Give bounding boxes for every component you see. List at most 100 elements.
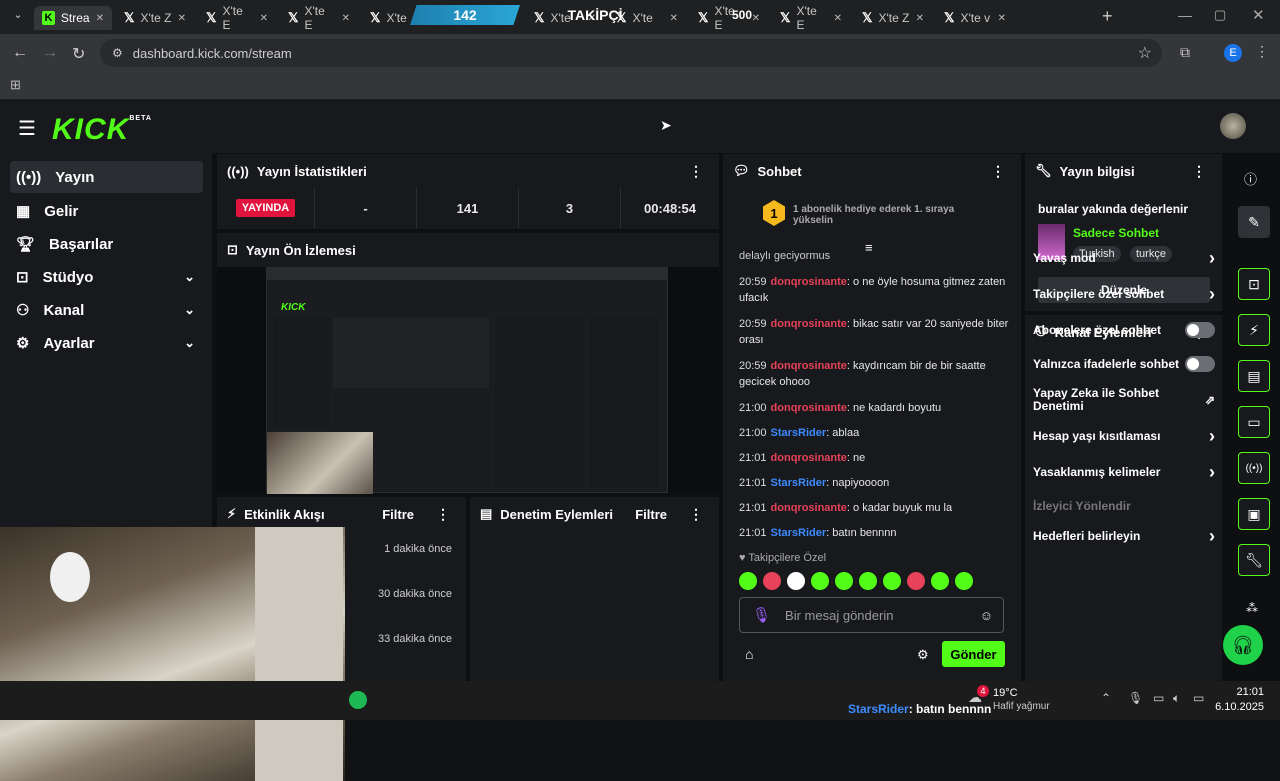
tray-chevron-icon[interactable]: ⌃	[1101, 691, 1111, 705]
chat-input-box[interactable]: 🎙︎ Bir mesaj gönderin ☺	[739, 597, 1004, 633]
browser-tab[interactable]: 𝕏 X'te E ✕	[198, 4, 276, 32]
toggle-switch[interactable]	[1185, 356, 1215, 372]
minimize-button[interactable]: —	[1178, 7, 1192, 23]
channel-action-item[interactable]: Hesap yaşı kısıtlaması ›	[1033, 421, 1215, 451]
toggle-switch[interactable]	[1185, 322, 1215, 338]
video-icon[interactable]: ▣	[1238, 498, 1270, 530]
chat-username[interactable]: donqrosinante	[771, 318, 847, 330]
browser-tab[interactable]: 𝕏 X'te Z ✕	[116, 6, 194, 30]
widgets-icon[interactable]: ⁂	[1246, 601, 1258, 615]
close-window-button[interactable]: ✕	[1252, 6, 1265, 24]
document-icon[interactable]: ▤	[1238, 360, 1270, 392]
emoji-icon[interactable]: ☺	[980, 608, 993, 623]
sidebar-item-yayin[interactable]: ((•)) Yayın	[10, 161, 203, 193]
chat-username[interactable]: StarsRider	[771, 477, 827, 489]
user-avatar[interactable]	[1220, 113, 1246, 139]
emote-icon[interactable]	[811, 572, 829, 590]
filter-button[interactable]: Filtre	[382, 507, 414, 522]
bookmark-star-icon[interactable]: ☆	[1138, 43, 1152, 63]
channel-action-item[interactable]: Takipçilere özel sohbet ›	[1033, 279, 1215, 309]
channel-action-item[interactable]: Hedefleri belirleyin ›	[1033, 521, 1215, 551]
emote-icon[interactable]	[907, 572, 925, 590]
spotify-icon[interactable]	[349, 691, 367, 709]
chat-bubble-icon[interactable]: ▭	[1238, 406, 1270, 438]
close-tab-icon[interactable]: ✕	[998, 13, 1006, 24]
chevron-right-icon[interactable]: ›	[1209, 248, 1215, 269]
browser-tab[interactable]: 𝕏 X'te Z ✕	[854, 6, 932, 30]
chat-username[interactable]: donqrosinante	[771, 502, 847, 514]
emote-icon[interactable]	[787, 572, 805, 590]
close-tab-icon[interactable]: ✕	[96, 13, 104, 24]
emote-icon[interactable]	[883, 572, 901, 590]
emote-icon[interactable]	[739, 572, 757, 590]
chat-username[interactable]: donqrosinante	[771, 452, 847, 464]
chevron-right-icon[interactable]: ›	[1209, 426, 1215, 447]
close-tab-icon[interactable]: ✕	[670, 13, 678, 24]
sidebar-item-studyo[interactable]: ⊡ Stüdyo ⌄	[10, 261, 203, 293]
volume-icon[interactable]: 🔈︎	[1173, 691, 1180, 706]
browser-tab[interactable]: 𝕏 X'te v ✕	[936, 6, 1014, 30]
kebab-menu-icon[interactable]: ⋮	[689, 163, 703, 180]
stream-category[interactable]: Sadece Sohbet	[1073, 226, 1159, 240]
broadcast-icon[interactable]: ((•))	[1238, 452, 1270, 484]
close-tab-icon[interactable]: ✕	[342, 13, 350, 24]
browser-tab[interactable]: 𝕏 X'te E ✕	[772, 4, 850, 32]
chevron-right-icon[interactable]: ›	[1209, 526, 1215, 547]
emote-icon[interactable]	[763, 572, 781, 590]
battery-icon[interactable]: ▭	[1193, 691, 1204, 705]
external-link-icon[interactable]: ⇗	[1205, 393, 1215, 407]
kebab-menu-icon[interactable]: ⋮	[1192, 163, 1206, 180]
chat-username[interactable]: StarsRider	[771, 427, 827, 439]
collapse-icon[interactable]: ≡	[865, 240, 873, 255]
tab-search-icon[interactable]: ⌄	[8, 8, 28, 26]
channel-action-item[interactable]: Yapay Zeka ile Sohbet Denetimi ⇗	[1033, 385, 1215, 415]
camera-icon[interactable]: ⊡	[1238, 268, 1270, 300]
filter-button[interactable]: Filtre	[635, 507, 667, 522]
channel-action-item[interactable]: Yasaklanmış kelimeler ›	[1033, 457, 1215, 487]
chevron-right-icon[interactable]: ›	[1209, 462, 1215, 483]
chat-username[interactable]: donqrosinante	[771, 360, 847, 372]
sidebar-item-ayarlar[interactable]: ⚙ Ayarlar ⌄	[10, 327, 203, 359]
support-headset-icon[interactable]: 🎧︎	[1223, 625, 1263, 665]
emote-icon[interactable]	[859, 572, 877, 590]
emote-icon[interactable]	[835, 572, 853, 590]
network-icon[interactable]: ▭	[1153, 691, 1164, 705]
wrench-icon[interactable]: 🔧︎	[1238, 544, 1270, 576]
browser-menu-icon[interactable]: ⋮	[1255, 43, 1269, 60]
emote-icon[interactable]	[931, 572, 949, 590]
reload-icon[interactable]: ↻	[72, 44, 85, 64]
microphone-icon[interactable]: 🎙︎	[752, 606, 771, 624]
clock-time[interactable]: 21:01	[1236, 686, 1264, 698]
pinned-gift-message[interactable]: 1 abonelik hediye ederek 1. sıraya yükse…	[793, 204, 963, 226]
close-tab-icon[interactable]: ✕	[178, 13, 186, 24]
back-icon[interactable]: ←	[12, 44, 28, 62]
lightning-icon[interactable]: ⚡︎	[1238, 314, 1270, 346]
chat-username[interactable]: donqrosinante	[771, 276, 847, 288]
browser-tab[interactable]: K Strea ✕	[34, 6, 112, 30]
chat-settings-icon[interactable]: ⚙	[917, 647, 929, 663]
sidebar-item-gelir[interactable]: ▦ Gelir	[10, 195, 203, 227]
info-icon[interactable]: ⓘ	[1244, 169, 1257, 188]
edit-pencil-icon[interactable]: ✎	[1238, 206, 1270, 238]
apps-grid-icon[interactable]: ⊞	[10, 77, 21, 93]
site-settings-icon[interactable]: ⚙	[112, 46, 123, 60]
chat-username[interactable]: donqrosinante	[771, 402, 847, 414]
close-tab-icon[interactable]: ✕	[260, 13, 268, 24]
close-tab-icon[interactable]: ✕	[916, 13, 924, 24]
kebab-menu-icon[interactable]: ⋮	[991, 163, 1005, 180]
maximize-button[interactable]: ▢	[1214, 7, 1226, 23]
microphone-tray-icon[interactable]: 🎙︎	[1128, 691, 1143, 705]
store-icon[interactable]: ⌂	[745, 646, 753, 662]
channel-action-item[interactable]: Abonelere özel sohbet	[1033, 315, 1215, 345]
send-button[interactable]: Gönder	[942, 641, 1005, 667]
sidebar-item-kanal[interactable]: ⚇ Kanal ⌄	[10, 294, 203, 326]
stream-preview-video[interactable]: KICK	[266, 267, 668, 494]
channel-action-item[interactable]: Yalnızca ifadelerle sohbet	[1033, 349, 1215, 379]
extensions-icon[interactable]: ⧉	[1180, 44, 1190, 61]
forward-icon[interactable]: →	[42, 44, 58, 62]
hamburger-menu-icon[interactable]: ☰	[18, 116, 36, 141]
browser-tab[interactable]: 𝕏 X'te E ✕	[280, 4, 358, 32]
address-bar[interactable]: ⚙ dashboard.kick.com/stream ☆	[100, 39, 1162, 67]
kick-logo[interactable]: KICKBETA	[52, 113, 152, 147]
kebab-menu-icon[interactable]: ⋮	[436, 506, 450, 523]
